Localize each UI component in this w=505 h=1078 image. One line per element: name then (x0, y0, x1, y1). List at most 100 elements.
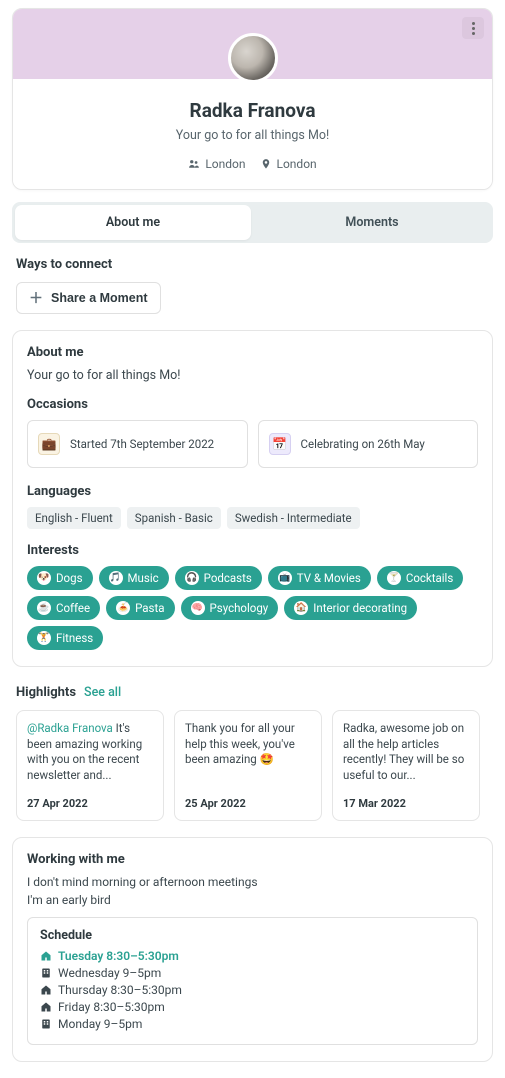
working-title: Working with me (27, 852, 478, 867)
highlights-header: Highlights See all (16, 685, 489, 700)
interest-pill: 📺 TV & Movies (268, 566, 371, 590)
interests-row: 🐶Dogs 🎵Music 🎧Podcasts 📺TV & Movies 🍸Coc… (27, 566, 478, 650)
share-moment-label: Share a Moment (51, 291, 148, 305)
interest-pill: 🎵 Music (99, 566, 169, 590)
schedule-day-label: Monday 9–5pm (58, 1017, 142, 1031)
language-chip: Swedish - Intermediate (227, 507, 360, 529)
about-card: About me Your go to for all things Mo! O… (12, 330, 493, 667)
tabs: About me Moments (12, 202, 493, 243)
highlight-text: Radka, awesome job on all the help artic… (343, 721, 469, 783)
interest-pill: 🐶 Dogs (27, 566, 93, 590)
tab-moments[interactable]: Moments (254, 205, 490, 240)
interest-label: Interior decorating (313, 601, 407, 615)
schedule-row: Tuesday 8:30–5:30pm (40, 949, 465, 963)
interest-label: Coffee (56, 601, 90, 615)
occasion-celebrating: 📅 Celebrating on 26th May (258, 420, 479, 468)
interest-pill: 🏠 Interior decorating (284, 596, 417, 620)
interests-title: Interests (27, 543, 478, 558)
share-moment-button[interactable]: ＋ Share a Moment (16, 282, 161, 314)
profile-name: Radka Franova (29, 99, 476, 122)
people-icon (188, 158, 200, 170)
schedule-day-label: Friday 8:30–5:30pm (58, 1000, 165, 1014)
mention: @Radka Franova (27, 721, 113, 735)
working-card: Working with me I don't mind morning or … (12, 837, 493, 1062)
brain-icon: 🧠 (191, 601, 205, 615)
schedule-row: Wednesday 9–5pm (40, 966, 465, 980)
tab-about-me[interactable]: About me (15, 205, 251, 240)
profile-header: Radka Franova Your go to for all things … (12, 8, 493, 190)
schedule-row: Monday 9–5pm (40, 1017, 465, 1031)
interest-pill: 🍝 Pasta (106, 596, 174, 620)
plus-icon: ＋ (29, 291, 43, 305)
interest-pill: 🧠 Psychology (181, 596, 279, 620)
headphones-icon: 🎧 (185, 571, 199, 585)
working-line: I don't mind morning or afternoon meetin… (27, 875, 478, 889)
location-label: London (277, 157, 317, 171)
ways-to-connect-heading: Ways to connect (16, 257, 489, 272)
interest-label: Psychology (210, 601, 269, 615)
home-icon (40, 984, 52, 996)
interest-label: Podcasts (204, 571, 252, 585)
avatar (228, 33, 278, 83)
highlight-text: @Radka Franova It's been amazing working… (27, 721, 153, 783)
about-title: About me (27, 345, 478, 360)
pin-icon (260, 158, 272, 170)
occasions-title: Occasions (27, 397, 478, 412)
schedule-box: Schedule Tuesday 8:30–5:30pm Wednesday 9–… (27, 917, 478, 1045)
highlight-text: Thank you for all your help this week, y… (185, 721, 311, 768)
occasions-row: 💼 Started 7th September 2022 📅 Celebrati… (27, 420, 478, 468)
highlights-title: Highlights (16, 685, 76, 700)
schedule-day-label: Thursday 8:30–5:30pm (58, 983, 182, 997)
highlight-card[interactable]: Thank you for all your help this week, y… (174, 710, 322, 821)
interest-label: Dogs (56, 571, 83, 585)
highlights-row: @Radka Franova It's been amazing working… (0, 710, 505, 837)
occasion-started: 💼 Started 7th September 2022 (27, 420, 248, 468)
highlight-card[interactable]: @Radka Franova It's been amazing working… (16, 710, 164, 821)
pasta-icon: 🍝 (116, 601, 130, 615)
schedule-title: Schedule (40, 928, 465, 943)
highlight-date: 25 Apr 2022 (185, 797, 311, 810)
schedule-row: Friday 8:30–5:30pm (40, 1000, 465, 1014)
occasion-started-text: Started 7th September 2022 (70, 437, 214, 451)
interest-pill: ☕ Coffee (27, 596, 100, 620)
interest-label: Fitness (56, 631, 93, 645)
office-icon (40, 967, 52, 979)
more-menu-button[interactable] (462, 17, 484, 39)
schedule-row: Thursday 8:30–5:30pm (40, 983, 465, 997)
schedule-day-label: Wednesday 9–5pm (58, 966, 161, 980)
interest-label: Music (128, 571, 159, 585)
tv-icon: 📺 (278, 571, 292, 585)
language-chip: Spanish - Basic (127, 507, 221, 529)
languages-title: Languages (27, 484, 478, 499)
fitness-icon: 🏋️ (37, 631, 51, 645)
interest-label: TV & Movies (297, 571, 361, 585)
interest-pill: 🏋️ Fitness (27, 626, 103, 650)
about-bio: Your go to for all things Mo! (27, 368, 478, 383)
interest-pill: 🎧 Podcasts (175, 566, 262, 590)
occasion-celebrating-text: Celebrating on 26th May (301, 437, 425, 451)
music-icon: 🎵 (109, 571, 123, 585)
schedule-rows: Tuesday 8:30–5:30pm Wednesday 9–5pm Thursd… (40, 949, 465, 1031)
home-icon (40, 950, 52, 962)
highlight-date: 17 Mar 2022 (343, 797, 469, 810)
cocktail-icon: 🍸 (387, 571, 401, 585)
office-icon (40, 1018, 52, 1030)
languages-row: English - Fluent Spanish - Basic Swedish… (27, 507, 478, 529)
briefcase-icon: 💼 (38, 433, 60, 455)
header-body: Radka Franova Your go to for all things … (13, 79, 492, 189)
highlight-card[interactable]: Radka, awesome job on all the help artic… (332, 710, 480, 821)
team-label: London (205, 157, 245, 171)
interest-label: Pasta (135, 601, 164, 615)
highlights-see-all-link[interactable]: See all (84, 685, 121, 700)
highlight-date: 27 Apr 2022 (27, 797, 153, 810)
calendar-icon: 📅 (269, 433, 291, 455)
dog-icon: 🐶 (37, 571, 51, 585)
banner (13, 9, 492, 79)
home-icon: 🏠 (294, 601, 308, 615)
language-chip: English - Fluent (27, 507, 121, 529)
profile-tagline: Your go to for all things Mo! (29, 128, 476, 143)
coffee-icon: ☕ (37, 601, 51, 615)
location-meta: London (260, 157, 317, 171)
team-meta: London (188, 157, 245, 171)
schedule-day-label: Tuesday 8:30–5:30pm (58, 949, 179, 963)
